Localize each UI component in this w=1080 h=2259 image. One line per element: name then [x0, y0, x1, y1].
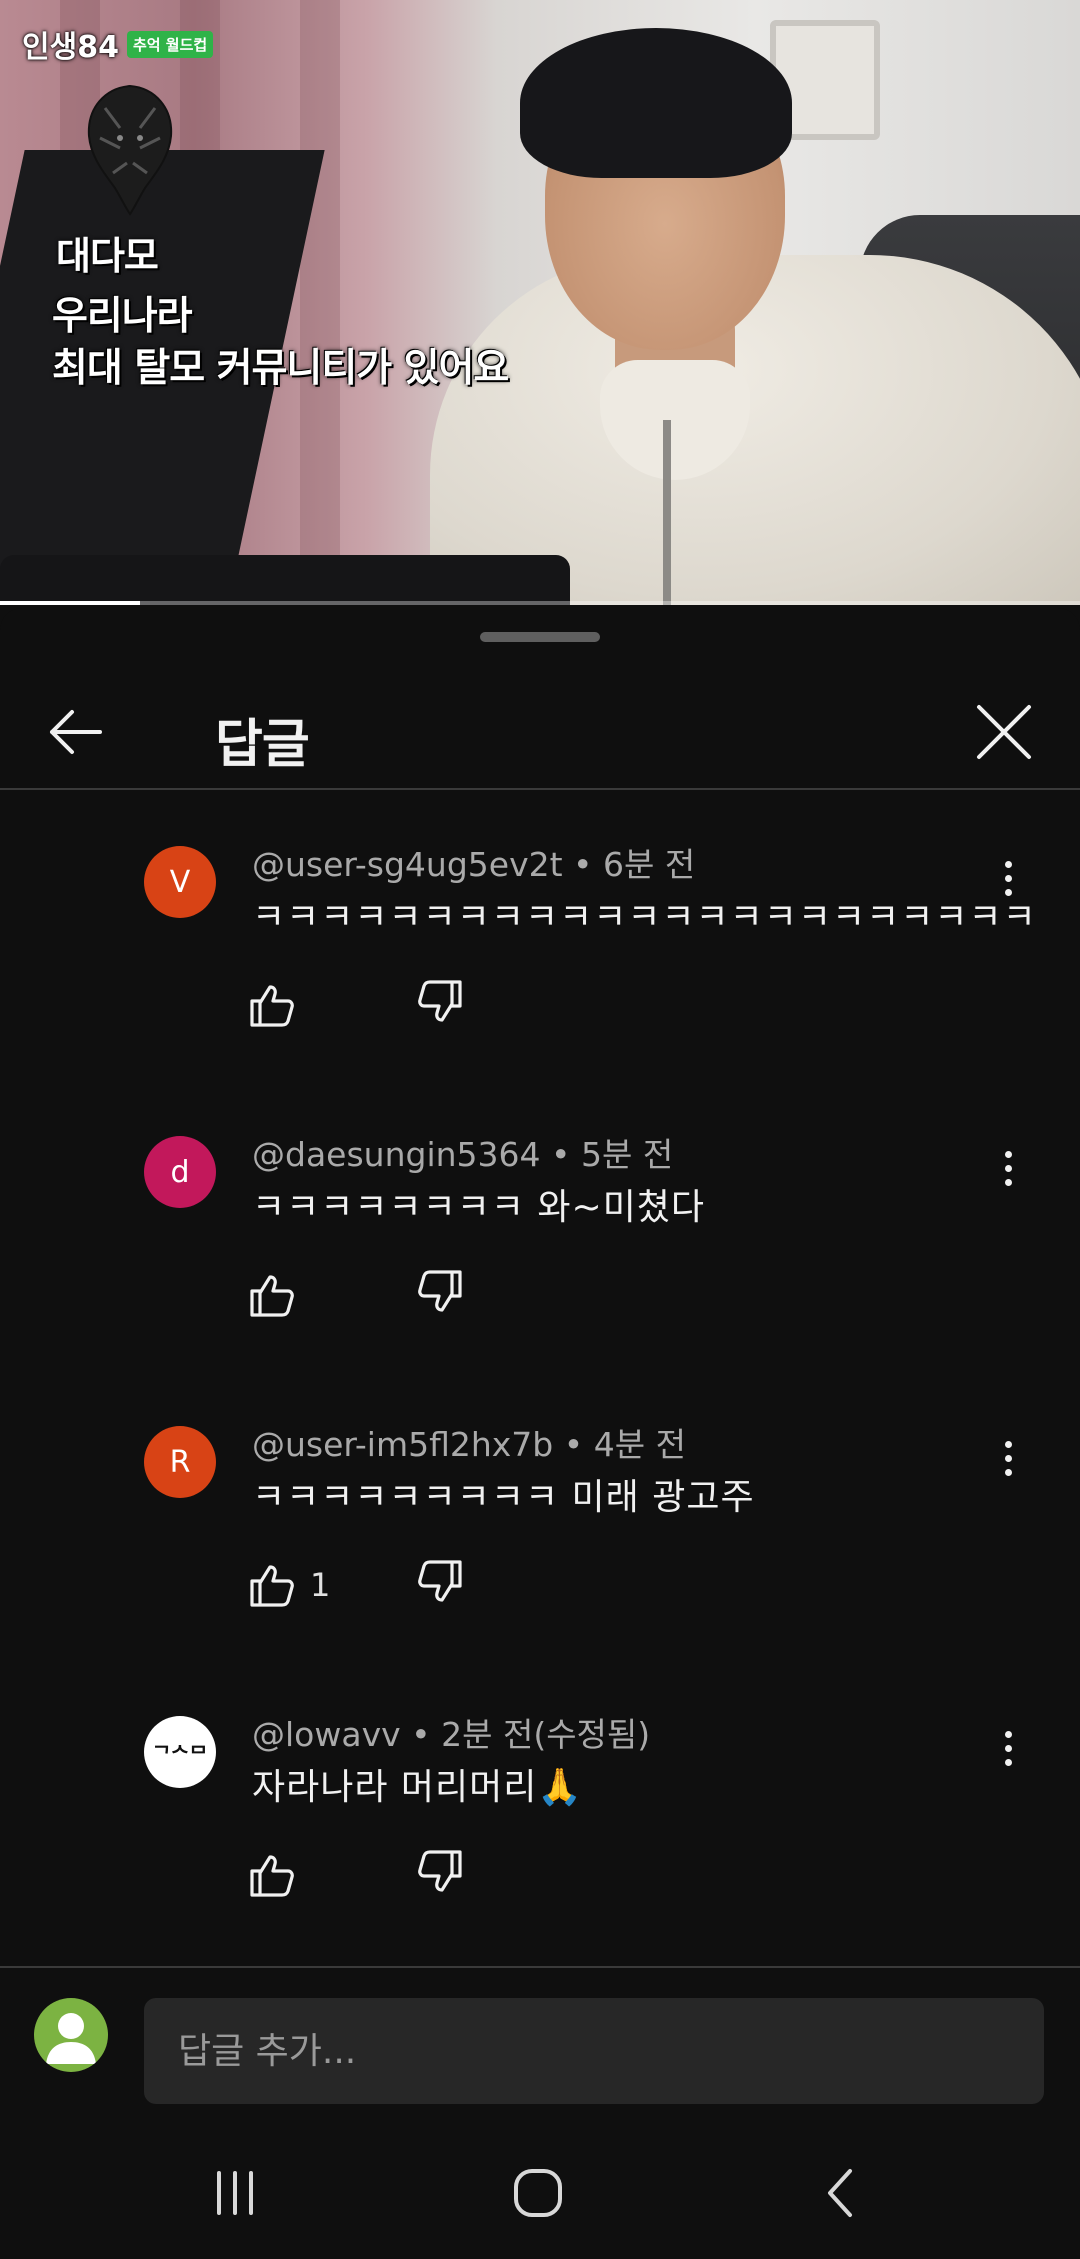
show-badge: 추억 월드컵 — [126, 30, 214, 58]
reply-author[interactable]: @lowavv — [252, 1715, 401, 1754]
video-curtain-fold — [300, 0, 340, 560]
reply-time: 4분 전 — [593, 1425, 686, 1464]
meta-separator: • — [411, 1715, 442, 1754]
more-options-button[interactable] — [990, 1138, 1026, 1198]
reply-item: ᄀᄉᄆ @lowavv • 2분 전(수정됨) 자라나라 머리머리🙏 — [0, 1658, 1080, 1948]
more-options-button[interactable] — [990, 1428, 1026, 1488]
video-player[interactable]: 인생84 추억 월드컵 대다모 우리나라 최대 탈모 커뮤니티가 있어요 — [0, 0, 1080, 605]
more-options-button[interactable] — [990, 848, 1026, 908]
like-button[interactable] — [248, 1848, 310, 1902]
more-vert-icon-dot — [1004, 1454, 1012, 1462]
reply-text: ㅋㅋㅋㅋㅋㅋㅋㅋ 와~미쳤다 — [252, 1187, 706, 1228]
reply-text: ㅋㅋㅋㅋㅋㅋㅋㅋㅋㅋㅋㅋㅋㅋㅋㅋㅋㅋㅋㅋㅋㅋㅋ — [252, 897, 1037, 938]
avatar[interactable]: V — [144, 846, 216, 918]
more-vert-icon-dot — [1004, 1468, 1012, 1476]
meta-separator: • — [563, 1425, 594, 1464]
more-vert-icon-dot — [1004, 1150, 1012, 1158]
dislike-button[interactable] — [416, 1558, 470, 1612]
reply-bar — [0, 1968, 1080, 2104]
reply-author[interactable]: @user-sg4ug5ev2t — [252, 845, 563, 884]
like-count: 1 — [310, 1566, 331, 1604]
home-button[interactable] — [493, 2158, 583, 2228]
thumb-down-icon — [418, 1850, 462, 1892]
reply-author[interactable]: @daesungin5364 — [252, 1135, 541, 1174]
back-arrow-icon — [50, 710, 102, 754]
brand-name: 대다모 — [56, 234, 159, 278]
thumb-up-icon — [250, 1565, 294, 1607]
drag-handle[interactable] — [480, 632, 600, 642]
reply-input[interactable] — [144, 1998, 1044, 2104]
like-button[interactable]: 1 — [248, 1558, 330, 1612]
reply-item: d @daesungin5364 • 5분 전 ㅋㅋㅋㅋㅋㅋㅋㅋ 와~미쳤다 — [0, 1078, 1080, 1368]
show-title: 인생84 — [22, 30, 119, 65]
replies-sheet: 답글 V @user-sg4ug5ev2t • 6분 전 ㅋㅋㅋㅋㅋㅋㅋㅋㅋㅋㅋ… — [0, 608, 1080, 2259]
more-vert-icon-dot — [1004, 1164, 1012, 1172]
recents-button[interactable] — [190, 2158, 280, 2228]
thumb-up-icon — [250, 1275, 294, 1317]
more-vert-icon-dot — [1004, 860, 1012, 868]
reply-author[interactable]: @user-im5fl2hx7b — [252, 1425, 553, 1464]
dislike-button[interactable] — [416, 1268, 470, 1322]
reply-meta: @user-im5fl2hx7b • 4분 전 — [252, 1418, 686, 1466]
more-vert-icon-dot — [1004, 1730, 1012, 1738]
meta-separator: • — [551, 1135, 581, 1174]
recents-icon — [217, 2171, 253, 2215]
show-logo: 인생84 추억 월드컵 — [22, 22, 214, 66]
reply-meta: @daesungin5364 • 5분 전 — [252, 1128, 673, 1176]
more-vert-icon-dot — [1004, 1178, 1012, 1186]
thumb-down-icon — [418, 980, 462, 1022]
more-vert-icon-dot — [1004, 874, 1012, 882]
dislike-button[interactable] — [416, 1848, 470, 1902]
back-button[interactable] — [34, 692, 114, 772]
video-monitor-base — [0, 555, 570, 605]
more-vert-icon-dot — [1004, 1758, 1012, 1766]
more-vert-icon-dot — [1004, 888, 1012, 896]
video-caption-line2: 최대 탈모 커뮤니티가 있어요 — [52, 346, 509, 391]
reply-meta: @lowavv • 2분 전(수정됨) — [252, 1708, 650, 1756]
sheet-title: 답글 — [215, 715, 310, 775]
close-icon — [977, 705, 1031, 759]
reply-item: V @user-sg4ug5ev2t • 6분 전 ㅋㅋㅋㅋㅋㅋㅋㅋㅋㅋㅋㅋㅋㅋ… — [0, 788, 1080, 1078]
video-person-zipper — [663, 420, 671, 605]
reply-meta: @user-sg4ug5ev2t • 6분 전 — [252, 838, 695, 886]
back-nav-icon — [828, 2169, 852, 2217]
video-person-body — [430, 255, 1080, 605]
more-vert-icon-dot — [1004, 1744, 1012, 1752]
reply-item: R @user-im5fl2hx7b • 4분 전 ㅋㅋㅋㅋㅋㅋㅋㅋㅋ 미래 광… — [0, 1368, 1080, 1658]
system-nav-bar — [0, 2108, 1080, 2259]
dislike-button[interactable] — [416, 978, 470, 1032]
meta-separator: • — [573, 845, 604, 884]
my-avatar[interactable] — [34, 1998, 108, 2072]
avatar[interactable]: d — [144, 1136, 216, 1208]
video-caption-line1: 우리나라 — [52, 294, 193, 339]
video-progress-fill — [0, 601, 141, 605]
video-progress-track[interactable] — [0, 601, 1080, 605]
reply-text: 자라나라 머리머리🙏 — [252, 1767, 584, 1808]
screen: 인생84 추억 월드컵 대다모 우리나라 최대 탈모 커뮤니티가 있어요 답글 — [0, 0, 1080, 2259]
reply-time: 5분 전 — [580, 1135, 674, 1174]
home-icon — [514, 2169, 562, 2217]
reply-time: 6분 전 — [603, 845, 696, 884]
like-button[interactable] — [248, 978, 310, 1032]
thumb-down-icon — [418, 1270, 462, 1312]
thumb-up-icon — [250, 1855, 294, 1897]
reply-text: ㅋㅋㅋㅋㅋㅋㅋㅋㅋ 미래 광고주 — [252, 1477, 755, 1518]
thumb-up-icon — [250, 985, 294, 1027]
close-button[interactable] — [964, 692, 1044, 772]
user-silhouette-icon — [46, 2013, 96, 2064]
lion-logo-icon — [87, 84, 173, 216]
back-nav-button[interactable] — [797, 2158, 887, 2228]
reply-time: 2분 전(수정됨) — [441, 1715, 651, 1754]
more-options-button[interactable] — [990, 1718, 1026, 1778]
like-button[interactable] — [248, 1268, 310, 1322]
thumb-down-icon — [418, 1560, 462, 1602]
avatar[interactable]: ᄀᄉᄆ — [144, 1716, 216, 1788]
more-vert-icon-dot — [1004, 1440, 1012, 1448]
avatar[interactable]: R — [144, 1426, 216, 1498]
sheet-header: 답글 — [0, 678, 1080, 788]
video-person-hair — [520, 28, 792, 178]
